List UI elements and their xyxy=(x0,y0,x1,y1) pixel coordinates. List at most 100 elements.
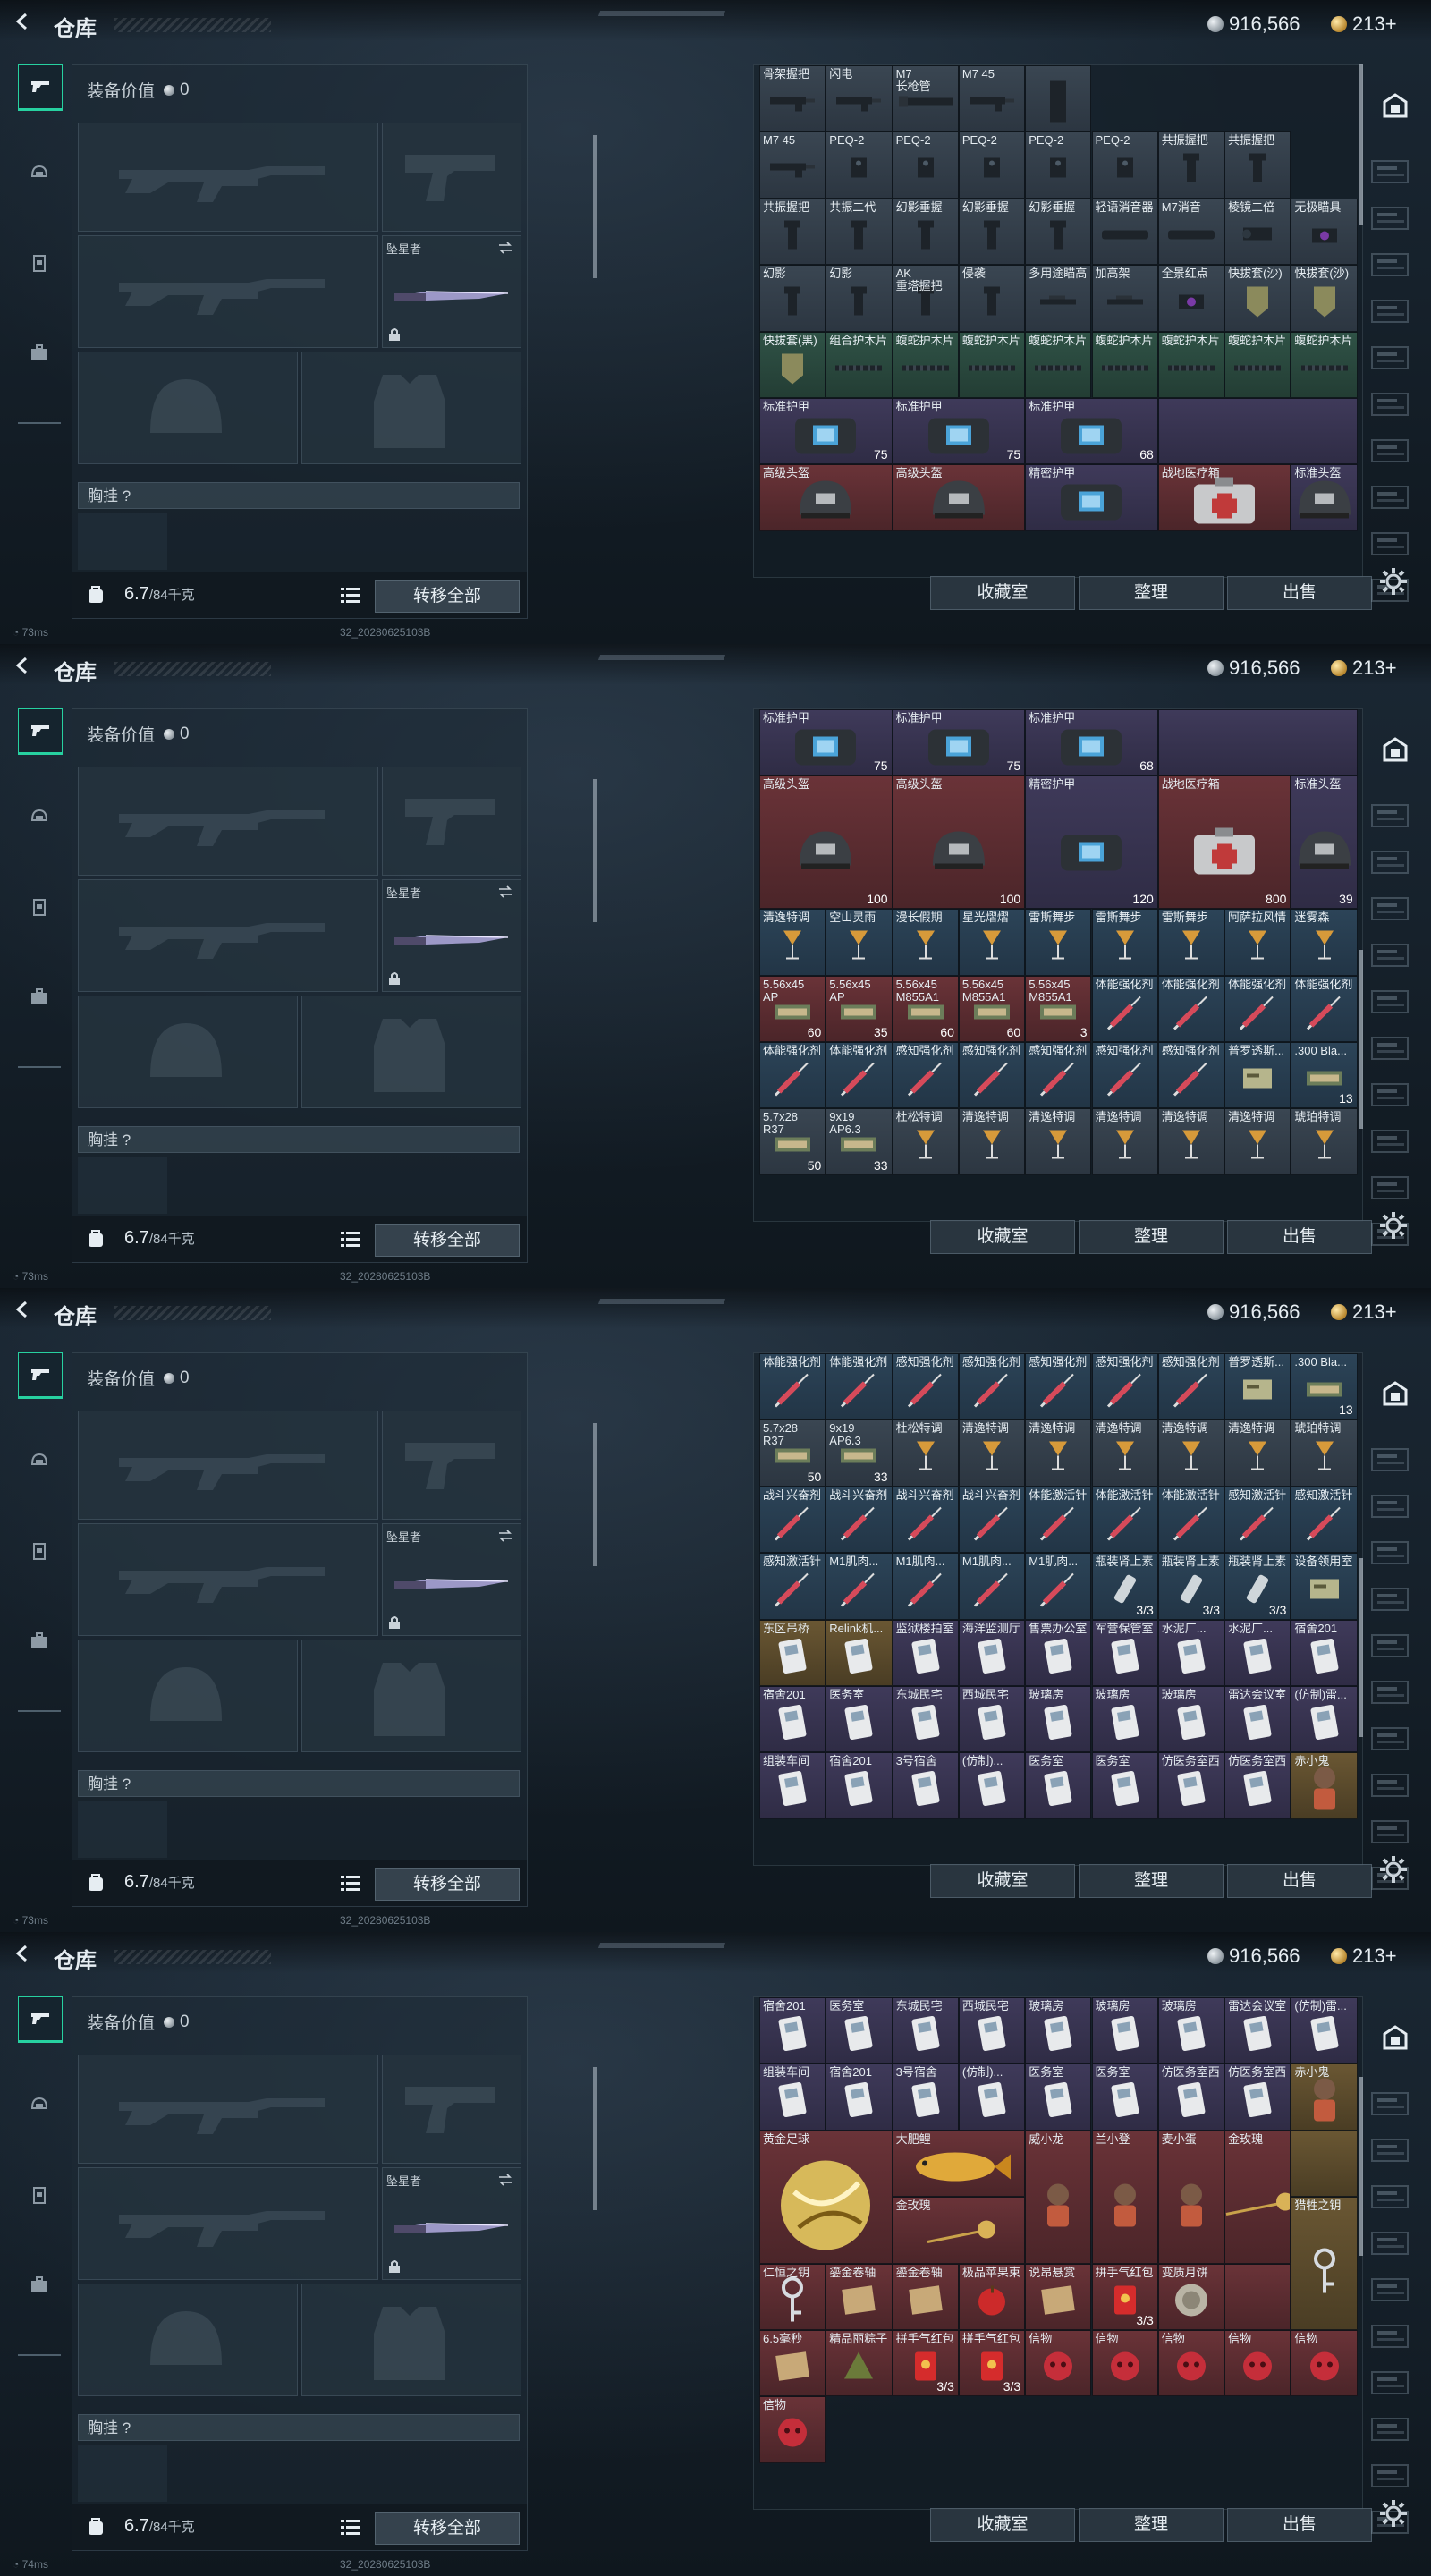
case-tag-icon[interactable] xyxy=(1368,2272,1418,2313)
equipment-scrollbar[interactable] xyxy=(593,779,597,922)
stash-item[interactable]: 感知强化剂 xyxy=(1025,1353,1092,1420)
stash-item[interactable]: 猎牲之钥 xyxy=(1291,2197,1358,2330)
stash-item[interactable]: 9x19 AP6.3 33 xyxy=(826,1419,893,1487)
transfer-all-button[interactable]: 转移全部 xyxy=(375,1224,520,1257)
stash-item[interactable]: (仿制)雷... xyxy=(1291,1686,1358,1753)
stash-item[interactable]: 鎏金卷轴 xyxy=(892,2263,959,2330)
chest-rig-slot[interactable] xyxy=(78,2445,167,2502)
collection-room-button[interactable]: 收藏室 xyxy=(930,2508,1075,2542)
stash-item[interactable]: 蝮蛇护木片 xyxy=(958,331,1026,398)
stash-item[interactable] xyxy=(1025,65,1092,132)
stash-item[interactable]: 蝮蛇护木片 xyxy=(1157,331,1225,398)
stash-item[interactable]: Relink机... xyxy=(826,1619,893,1686)
helmet-slot[interactable] xyxy=(78,352,298,464)
case-tag-icon[interactable] xyxy=(1368,1442,1418,1483)
stash-item[interactable]: 全景红点 xyxy=(1157,265,1225,332)
stash-item[interactable]: PEQ-2 xyxy=(826,131,893,199)
stash-item[interactable]: 东城民宅 xyxy=(892,1686,959,1753)
case-tag-icon[interactable] xyxy=(1368,2132,1418,2174)
case-tag-icon[interactable] xyxy=(1368,1628,1418,1669)
case-tag-icon[interactable] xyxy=(1368,2179,1418,2220)
stash-item[interactable]: 共振握把 xyxy=(1224,131,1291,199)
list-icon[interactable] xyxy=(341,2518,360,2536)
stash-item[interactable]: 空山灵雨 xyxy=(826,909,893,976)
collection-room-button[interactable]: 收藏室 xyxy=(930,1864,1075,1898)
equipment-scrollbar[interactable] xyxy=(593,2067,597,2210)
sort-button[interactable]: 整理 xyxy=(1079,1220,1224,1254)
stash-item[interactable]: 仿医务室西 xyxy=(1224,2063,1291,2131)
armor-slot[interactable] xyxy=(301,1640,521,1752)
stash-item[interactable]: 金玫瑰 xyxy=(1224,2130,1291,2264)
stash-item[interactable]: 信物 xyxy=(1157,2330,1225,2397)
stash-item[interactable]: 5.56x45 M855A1 60 xyxy=(958,975,1026,1042)
case-tag-icon[interactable] xyxy=(1368,200,1418,242)
stash-item[interactable]: 仁恒之钥 xyxy=(759,2263,826,2330)
armor-slot[interactable] xyxy=(301,2284,521,2396)
stash-item[interactable]: 6.5毫秒 xyxy=(759,2330,826,2397)
stash-item[interactable]: 说昂悬赏 xyxy=(1025,2263,1092,2330)
stash-item[interactable]: 标准头盔 xyxy=(1291,464,1358,531)
stash-item[interactable]: 高级头盔 100 xyxy=(892,775,1026,910)
stash-item[interactable]: 玻璃房 xyxy=(1091,1997,1158,2064)
stash-item[interactable]: 玻璃房 xyxy=(1025,1997,1092,2064)
stash-item[interactable]: 清逸特调 xyxy=(1224,1108,1291,1175)
stash-item[interactable]: 威小龙 xyxy=(1025,2130,1092,2264)
nav-weapons-tab[interactable] xyxy=(18,1352,63,1399)
stash-item[interactable]: 漫长假期 xyxy=(892,909,959,976)
case-tag-icon[interactable] xyxy=(1368,937,1418,979)
safe-box-icon[interactable] xyxy=(1376,1374,1415,1413)
stash-item[interactable]: 标准护甲 75 xyxy=(759,398,893,465)
stash-item[interactable]: 感知强化剂 xyxy=(1091,1353,1158,1420)
case-tag-icon[interactable] xyxy=(1368,2086,1418,2127)
stash-item[interactable]: 感知激活针 xyxy=(1291,1486,1358,1554)
stash-item[interactable]: 宿舍201 xyxy=(826,1752,893,1819)
chest-rig-bar[interactable]: 胸挂 ? xyxy=(78,482,520,509)
case-tag-icon[interactable] xyxy=(1368,984,1418,1025)
stash-item[interactable]: 瓶装肾上素 3/3 xyxy=(1157,1553,1225,1620)
stash-item[interactable] xyxy=(1157,709,1358,776)
stash-item[interactable]: 琥珀特调 xyxy=(1291,1419,1358,1487)
case-tag-icon[interactable] xyxy=(1368,154,1418,195)
case-tag-icon[interactable] xyxy=(1368,2411,1418,2453)
stash-item[interactable] xyxy=(1157,398,1358,465)
safe-box-icon[interactable] xyxy=(1376,730,1415,769)
swap-icon[interactable] xyxy=(497,886,513,898)
sort-button[interactable]: 整理 xyxy=(1079,576,1224,610)
stash-item[interactable]: 军营保管室 xyxy=(1091,1619,1158,1686)
stash-item[interactable]: 体能强化剂 xyxy=(1291,975,1358,1042)
stash-item[interactable]: AK 重塔握把 xyxy=(892,265,959,332)
stash-item[interactable]: 感知激活针 xyxy=(759,1553,826,1620)
chest-rig-slot[interactable] xyxy=(78,1801,167,1858)
stash-item[interactable]: PEQ-2 xyxy=(892,131,959,199)
stash-item[interactable]: 高级头盔 xyxy=(892,464,1026,531)
case-tag-icon[interactable] xyxy=(1368,1535,1418,1576)
case-tag-icon[interactable] xyxy=(1368,340,1418,381)
stash-item[interactable]: M7消音 xyxy=(1157,198,1225,266)
chest-rig-slot[interactable] xyxy=(78,513,167,570)
stash-item[interactable]: 感知激活针 xyxy=(1224,1486,1291,1554)
stash-item[interactable]: PEQ-2 xyxy=(1025,131,1092,199)
stash-item[interactable]: 东城民宅 xyxy=(892,1997,959,2064)
stash-item[interactable]: 共振二代 xyxy=(826,198,893,266)
melee-slot[interactable]: 坠星者 xyxy=(382,2167,521,2280)
safe-box-icon[interactable] xyxy=(1376,86,1415,125)
nav-backpack-tab[interactable] xyxy=(18,331,61,374)
stash-item[interactable]: 瓶装肾上素 3/3 xyxy=(1224,1553,1291,1620)
stash-item[interactable]: 感知强化剂 xyxy=(958,1353,1026,1420)
helmet-slot[interactable] xyxy=(78,2284,298,2396)
stash-item[interactable]: 感知强化剂 xyxy=(1025,1042,1092,1109)
stash-item[interactable]: 5.7x28 R37 50 xyxy=(759,1108,826,1175)
helmet-slot[interactable] xyxy=(78,996,298,1108)
stash-item[interactable]: 战斗兴奋剂 xyxy=(892,1486,959,1554)
case-tag-icon[interactable] xyxy=(1368,433,1418,474)
stash-item[interactable]: M7 45 xyxy=(759,131,826,199)
stash-item[interactable]: 医务室 xyxy=(1091,1752,1158,1819)
stash-item[interactable]: 杜松特调 xyxy=(892,1108,959,1175)
stash-item[interactable]: 体能强化剂 xyxy=(826,1042,893,1109)
stash-item[interactable]: M7 长枪管 xyxy=(892,65,959,132)
stash-item[interactable]: 阿萨拉风情 xyxy=(1224,909,1291,976)
safe-box-icon[interactable] xyxy=(1376,2018,1415,2057)
stash-item[interactable]: 蝮蛇护木片 xyxy=(892,331,959,398)
armor-slot[interactable] xyxy=(301,352,521,464)
chest-rig-bar[interactable]: 胸挂 ? xyxy=(78,1126,520,1153)
